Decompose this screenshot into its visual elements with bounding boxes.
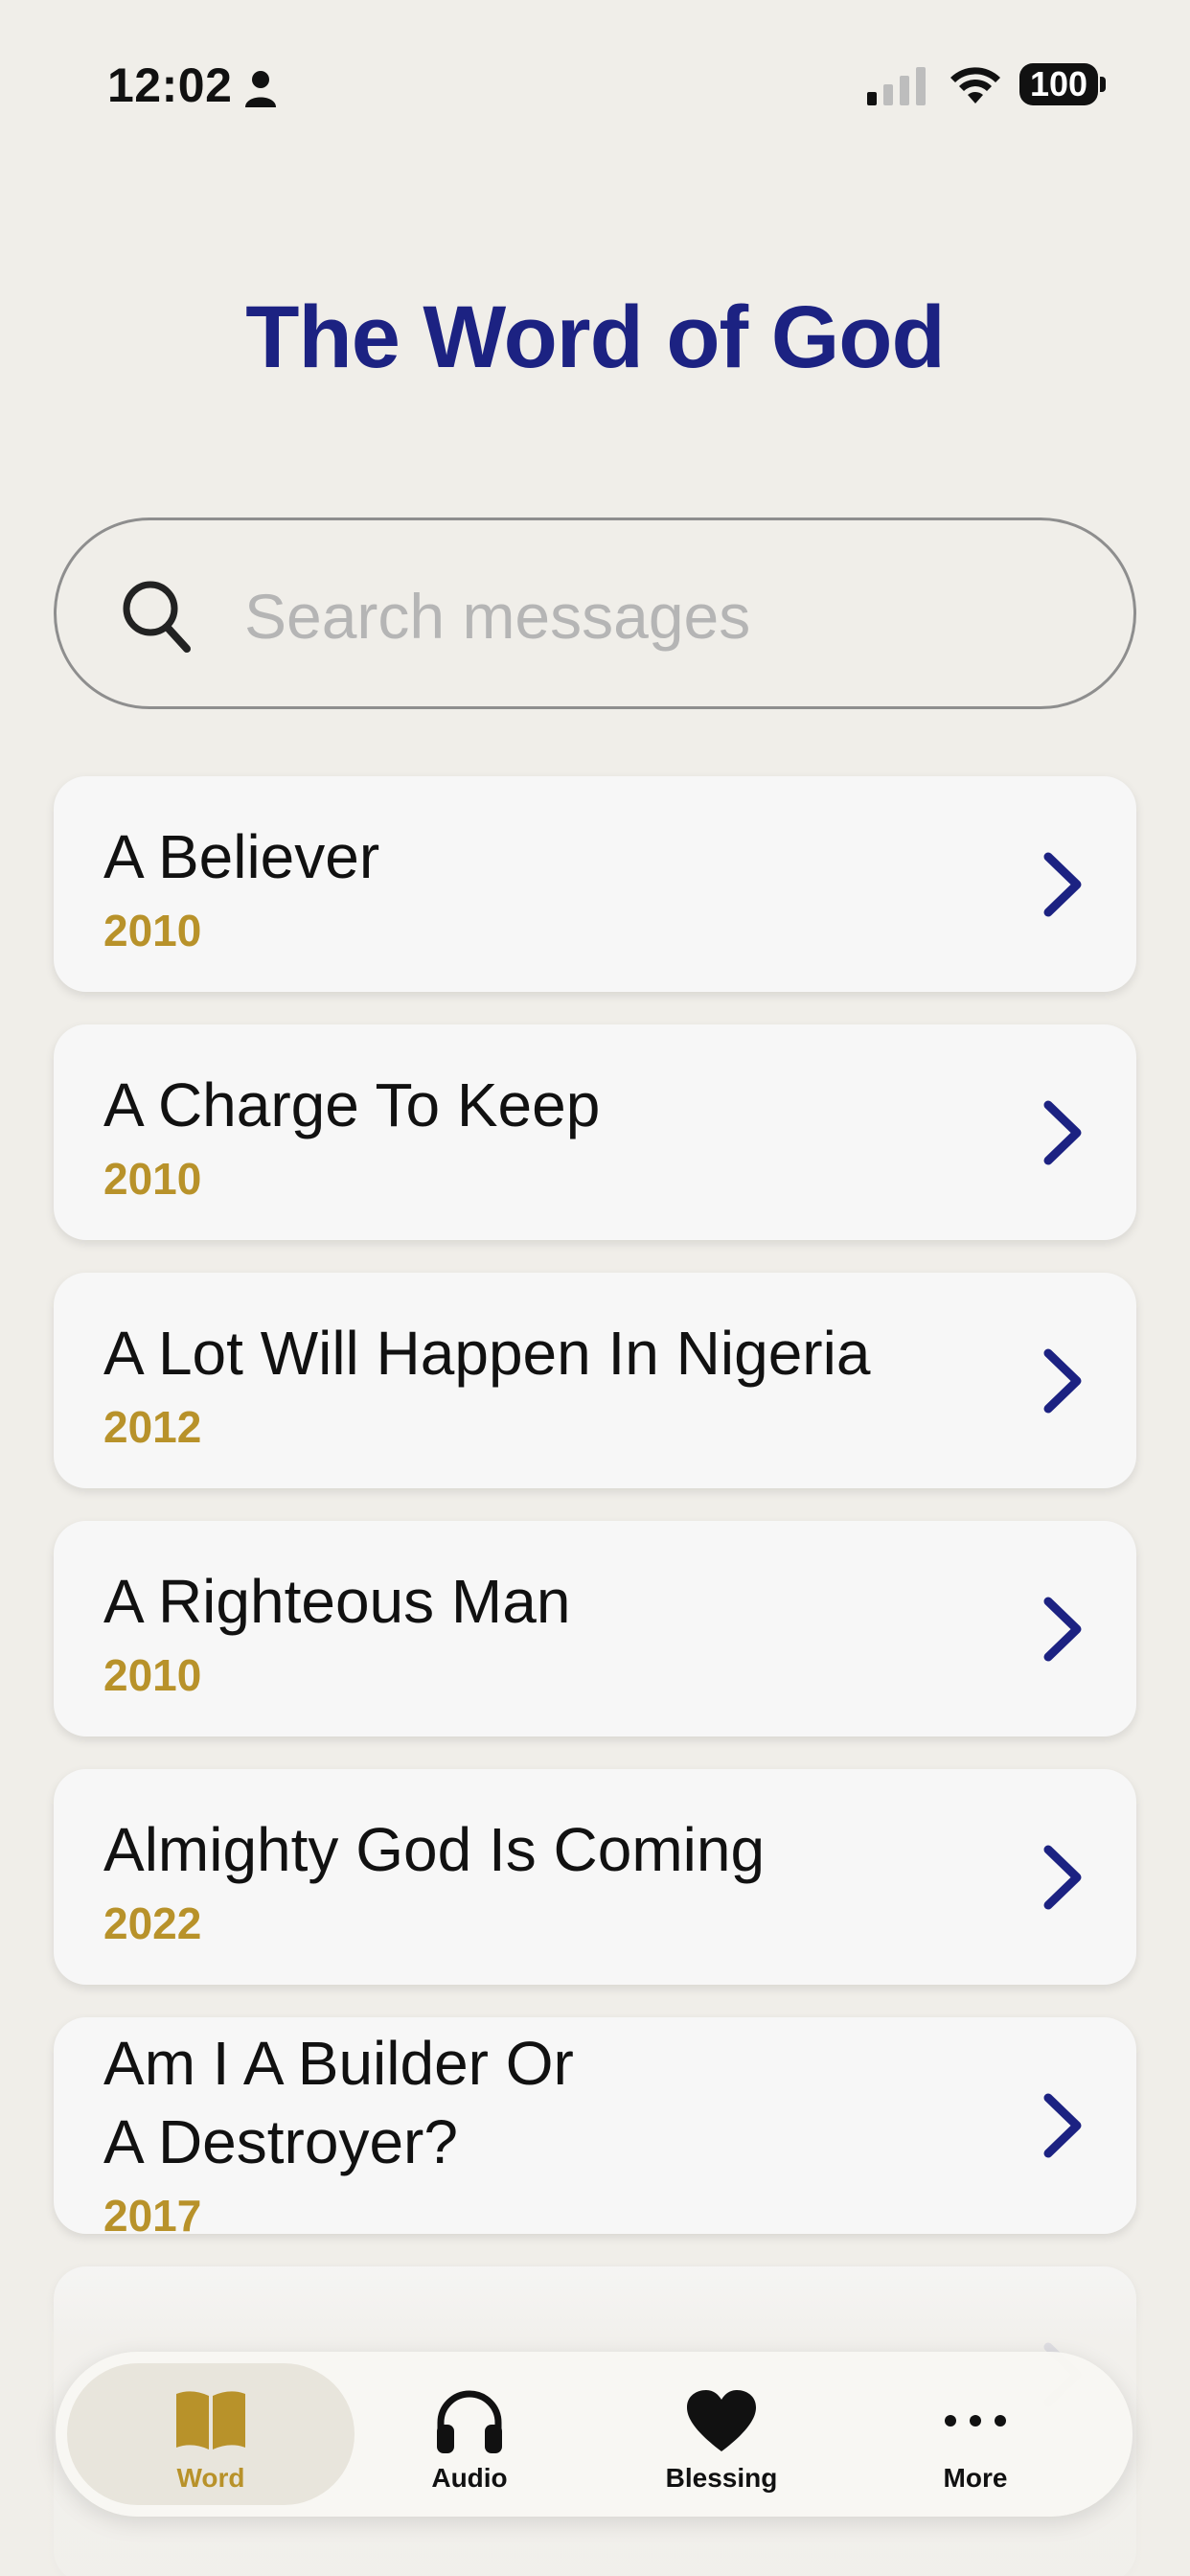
- tab-label: Blessing: [665, 2463, 778, 2493]
- chevron-right-icon: [1043, 2093, 1082, 2158]
- message-title-line1: Am I A Builder Or: [103, 2029, 574, 2098]
- message-title: Almighty God Is Coming: [103, 1815, 766, 1884]
- wifi-icon: [950, 67, 1000, 104]
- ellipsis-icon: [945, 2415, 1006, 2426]
- message-year: 2017: [103, 2191, 202, 2241]
- message-year: 2010: [103, 1154, 202, 1204]
- message-item-a-believer[interactable]: A Believer 2010: [54, 776, 1136, 992]
- page-title: The Word of God: [245, 288, 945, 386]
- message-item-a-charge-to-keep[interactable]: A Charge To Keep 2010: [54, 1024, 1136, 1240]
- message-item-a-righteous-man[interactable]: A Righteous Man 2010: [54, 1521, 1136, 1736]
- tab-word[interactable]: Word: [67, 2363, 355, 2505]
- headphones-icon: [437, 2390, 502, 2453]
- person-icon: [245, 71, 276, 107]
- tab-label: Audio: [431, 2463, 508, 2493]
- message-year: 2022: [103, 1898, 202, 1948]
- chevron-right-icon: [1043, 1845, 1082, 1910]
- battery-tip: [1100, 77, 1106, 92]
- chevron-right-icon: [1043, 852, 1082, 917]
- tab-more[interactable]: More: [832, 2363, 1119, 2505]
- message-title: A Believer: [103, 822, 380, 891]
- message-title: A Righteous Man: [103, 1567, 571, 1636]
- tab-blessing[interactable]: Blessing: [578, 2363, 865, 2505]
- message-year: 2012: [103, 1402, 202, 1452]
- status-time: 12:02: [107, 58, 233, 112]
- message-title-line2: A Destroyer?: [103, 2107, 458, 2176]
- chevron-right-icon: [1043, 1597, 1082, 1662]
- tab-audio[interactable]: Audio: [326, 2363, 613, 2505]
- search-bar[interactable]: [54, 518, 1136, 709]
- message-year: 2010: [103, 1650, 202, 1700]
- search-input[interactable]: [244, 559, 1068, 674]
- battery-level: 100: [1019, 63, 1098, 105]
- message-item-am-i-a-builder-or-a-destroyer[interactable]: Am I A Builder Or A Destroyer? 2017: [54, 2017, 1136, 2241]
- tab-label: Word: [176, 2463, 245, 2493]
- tab-label: More: [943, 2463, 1008, 2493]
- message-year: 2010: [103, 906, 202, 955]
- chevron-right-icon: [1043, 1348, 1082, 1414]
- book-icon: [176, 2391, 245, 2450]
- status-bar: 12:02 100: [0, 0, 1190, 144]
- search-icon: [123, 581, 191, 653]
- message-title: A Lot Will Happen In Nigeria: [103, 1319, 871, 1388]
- chevron-right-icon: [1043, 1100, 1082, 1165]
- message-item-a-lot-will-happen-in-nigeria[interactable]: A Lot Will Happen In Nigeria 2012: [54, 1273, 1136, 1488]
- battery-indicator: 100: [1019, 63, 1106, 105]
- message-item-almighty-god-is-coming[interactable]: Almighty God Is Coming 2022: [54, 1769, 1136, 1985]
- heart-icon: [687, 2390, 756, 2451]
- tab-bar: Word Audio Blessing More: [56, 2352, 1133, 2517]
- cellular-signal-icon: [867, 67, 926, 105]
- message-title: A Charge To Keep: [103, 1070, 601, 1139]
